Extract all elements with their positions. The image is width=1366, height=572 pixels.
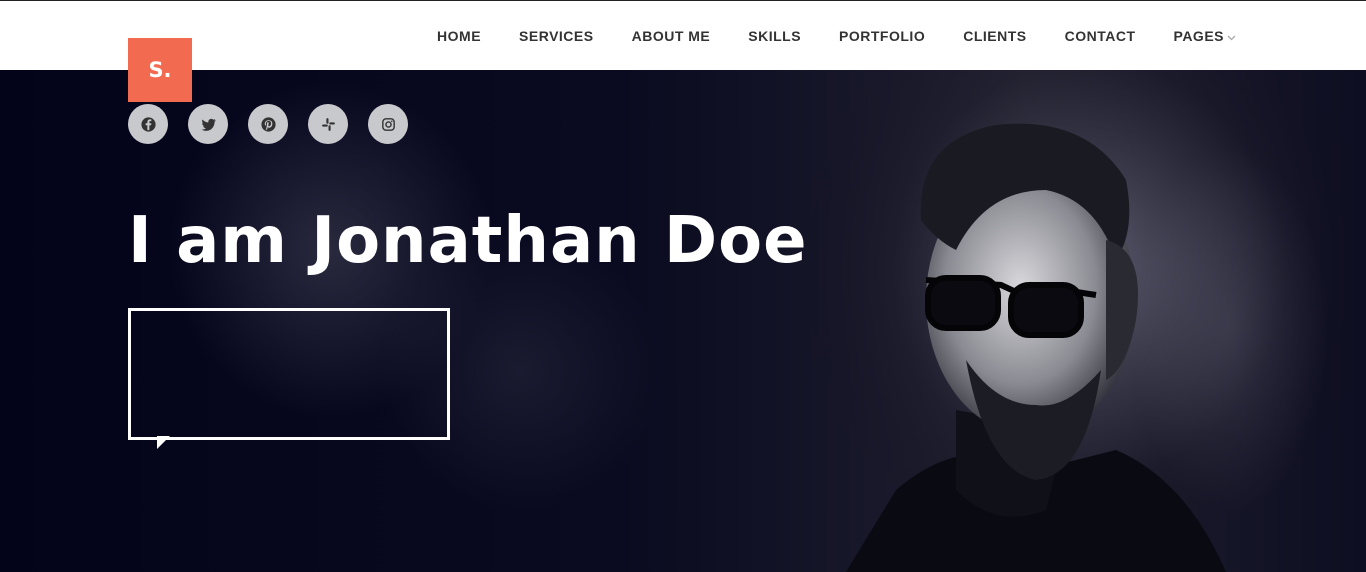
nav-item-label: SKILLS [748,28,802,44]
hero-portrait [786,70,1366,572]
twitter-icon [200,118,216,131]
nav-item-portfolio[interactable]: PORTFOLIO [839,28,925,44]
hero-headline: I am Jonathan Doe [128,204,808,278]
chevron-down-icon [1227,28,1236,44]
slack-button[interactable] [308,104,348,144]
nav-item-label: PAGES [1173,28,1224,44]
nav-item-label: PORTFOLIO [839,28,926,44]
nav-item-label: ABOUT ME [631,28,711,44]
instagram-icon [381,117,395,131]
instagram-button[interactable] [368,104,408,144]
slack-icon [321,117,335,131]
pinterest-button[interactable] [248,104,288,144]
nav-item-label: HOME [437,28,482,44]
speech-bubble-tail [157,436,170,449]
nav-item-label: SERVICES [519,28,594,44]
site-logo[interactable]: S. [128,38,192,102]
facebook-button[interactable] [128,104,168,144]
nav-item-clients[interactable]: CLIENTS [963,28,1026,44]
speech-bubble [128,308,450,440]
logo-text: S. [148,58,172,82]
facebook-icon [140,116,156,132]
pinterest-icon [260,116,276,132]
nav-item-about-me[interactable]: ABOUT ME [632,28,711,44]
nav-item-services[interactable]: SERVICES [519,28,594,44]
social-links [128,104,428,144]
main-menu: HOME SERVICES ABOUT ME SKILLS PORTFOLIO … [399,1,1236,71]
nav-item-home[interactable]: HOME [437,28,481,44]
nav-item-label: CLIENTS [963,28,1027,44]
top-navbar: HOME SERVICES ABOUT ME SKILLS PORTFOLIO … [0,0,1366,70]
nav-item-pages[interactable]: PAGES [1174,28,1236,44]
nav-item-label: CONTACT [1064,28,1136,44]
nav-item-contact[interactable]: CONTACT [1065,28,1136,44]
nav-item-skills[interactable]: SKILLS [748,28,801,44]
twitter-button[interactable] [188,104,228,144]
